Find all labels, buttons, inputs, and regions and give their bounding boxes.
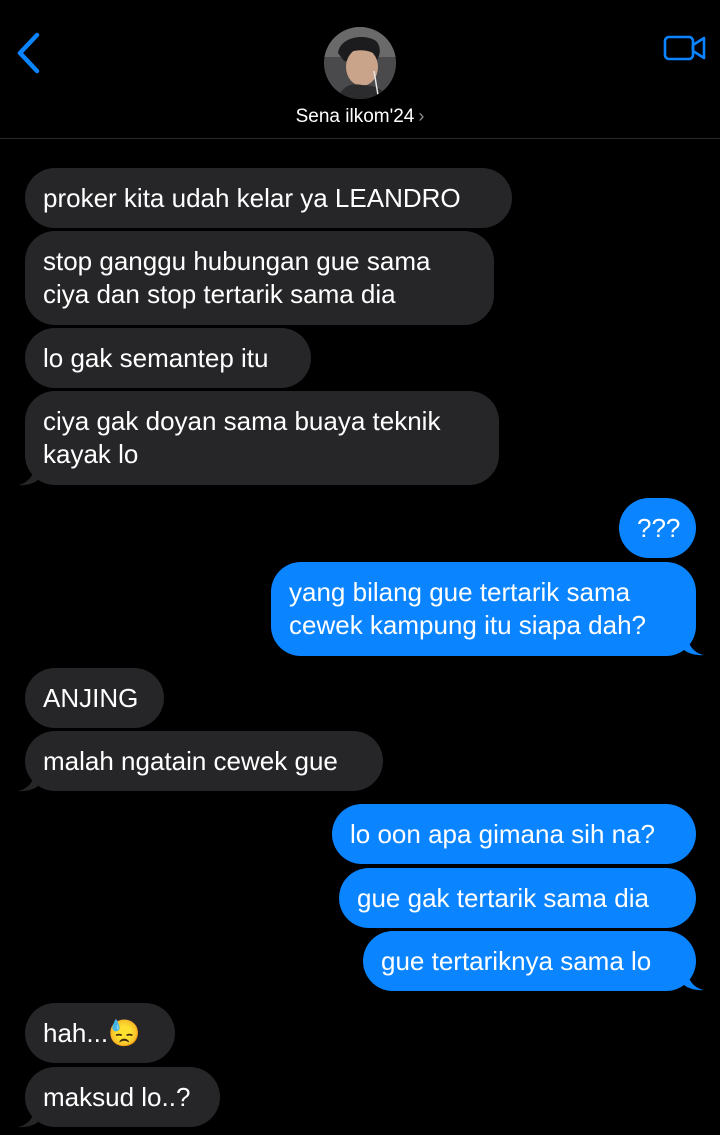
message-text: lo oon apa gimana sih na? bbox=[350, 819, 656, 849]
bubble-tail bbox=[682, 973, 704, 991]
video-call-button[interactable] bbox=[660, 28, 710, 68]
message-text: lo gak semantep itu bbox=[43, 343, 269, 373]
avatar-photo bbox=[324, 27, 396, 99]
message-bubble-incoming[interactable]: stop ganggu hubungan gue sama ciya dan s… bbox=[25, 231, 494, 325]
message-bubble-incoming[interactable]: proker kita udah kelar ya LEANDRO bbox=[25, 168, 512, 228]
message-text: ANJING bbox=[43, 683, 139, 713]
bubble-tail bbox=[18, 468, 40, 486]
conversation-header: Sena ilkom'24 › bbox=[0, 0, 720, 139]
message-thread: proker kita udah kelar ya LEANDRO stop g… bbox=[0, 0, 720, 1135]
message-text: yang bilang gue tertarik sama cewek kamp… bbox=[289, 577, 647, 640]
back-button[interactable] bbox=[8, 28, 48, 78]
chevron-right-icon: › bbox=[418, 106, 425, 126]
bubble-tail bbox=[18, 1110, 40, 1128]
contact-name: Sena ilkom'24 bbox=[295, 106, 415, 127]
message-bubble-outgoing[interactable]: gue gak tertarik sama dia bbox=[339, 868, 696, 928]
message-bubble-incoming[interactable]: maksud lo..? bbox=[25, 1067, 220, 1127]
chevron-left-icon bbox=[17, 32, 40, 74]
message-bubble-incoming[interactable]: hah...😓 bbox=[25, 1003, 175, 1063]
message-text: proker kita udah kelar ya LEANDRO bbox=[43, 183, 461, 213]
message-bubble-outgoing[interactable]: ??? bbox=[619, 498, 696, 558]
message-bubble-incoming[interactable]: ANJING bbox=[25, 668, 164, 728]
message-bubble-incoming[interactable]: lo gak semantep itu bbox=[25, 328, 311, 388]
message-text: hah...😓 bbox=[43, 1018, 141, 1048]
contact-name-button[interactable]: Sena ilkom'24 › bbox=[0, 106, 720, 128]
message-text: gue tertariknya sama lo bbox=[381, 946, 652, 976]
message-bubble-outgoing[interactable]: yang bilang gue tertarik sama cewek kamp… bbox=[271, 562, 696, 656]
bubble-tail bbox=[682, 638, 704, 656]
message-bubble-outgoing[interactable]: gue tertariknya sama lo bbox=[363, 931, 696, 991]
message-text: stop ganggu hubungan gue sama ciya dan s… bbox=[43, 246, 431, 309]
message-text: malah ngatain cewek gue bbox=[43, 746, 338, 776]
message-bubble-incoming[interactable]: ciya gak doyan sama buaya teknik kayak l… bbox=[25, 391, 499, 485]
message-bubble-incoming[interactable]: malah ngatain cewek gue bbox=[25, 731, 383, 791]
message-text: ??? bbox=[637, 513, 681, 543]
message-text: gue gak tertarik sama dia bbox=[357, 883, 649, 913]
bubble-tail bbox=[18, 774, 40, 792]
message-text: ciya gak doyan sama buaya teknik kayak l… bbox=[43, 406, 441, 469]
message-bubble-outgoing[interactable]: lo oon apa gimana sih na? bbox=[332, 804, 696, 864]
message-text: maksud lo..? bbox=[43, 1082, 191, 1112]
avatar[interactable] bbox=[324, 27, 396, 99]
video-camera-icon bbox=[663, 35, 706, 61]
